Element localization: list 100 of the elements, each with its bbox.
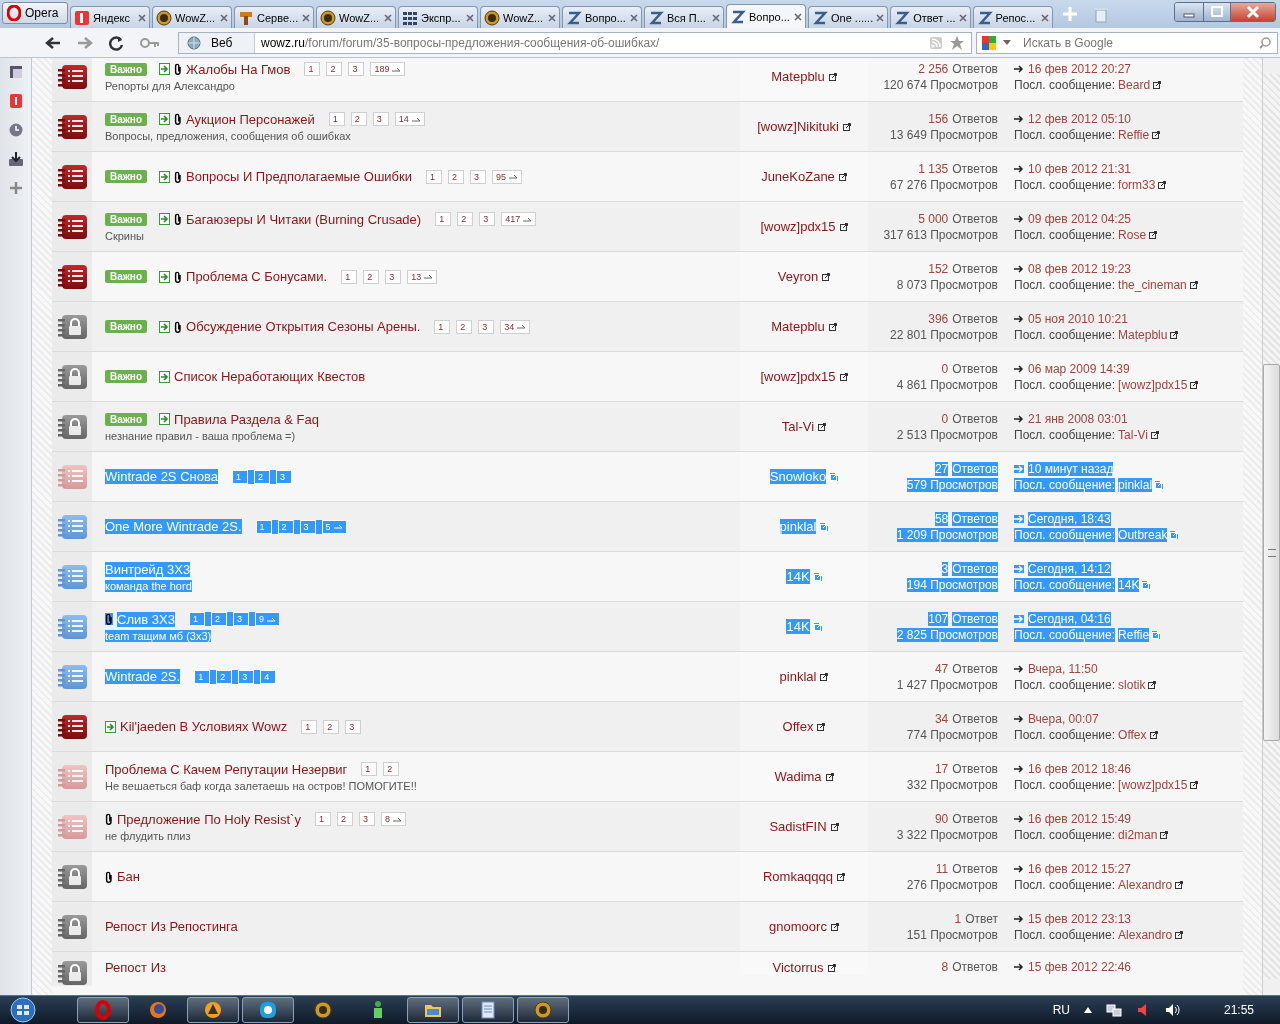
arrow-icon[interactable] <box>1014 164 1024 173</box>
last-post-link[interactable]: 16 фев 2012 15:27 <box>1028 861 1131 876</box>
author-link[interactable]: Matepblu <box>771 69 825 84</box>
page-link[interactable]: 3 <box>345 719 362 734</box>
close-icon[interactable] <box>794 12 802 21</box>
browser-tab[interactable]: Вопро... <box>726 4 806 28</box>
last-poster-link[interactable]: Rose <box>1118 227 1147 242</box>
topic-link[interactable]: Жалобы На Гмов <box>186 61 291 77</box>
arrow-box-icon[interactable] <box>159 320 171 333</box>
taskbar-button[interactable] <box>407 997 459 1023</box>
last-poster-link[interactable]: Reffie <box>1118 127 1150 142</box>
page-link[interactable]: 2 <box>323 719 340 734</box>
page-link[interactable]: 1 <box>304 62 321 76</box>
topic-link[interactable]: Kil'jaeden В Условиях Wowz <box>120 719 288 734</box>
last-post-link[interactable]: Вчера, 11:50 <box>1028 661 1098 676</box>
arrow-box-icon[interactable] <box>159 370 171 383</box>
arrow-box-icon[interactable] <box>159 213 171 225</box>
browser-tab[interactable]: WowZ... <box>152 6 232 28</box>
page-link[interactable]: 2 <box>383 762 400 776</box>
external-link-icon[interactable] <box>839 372 848 381</box>
arrow-icon[interactable] <box>1014 364 1024 373</box>
last-post-link[interactable]: 06 мар 2009 14:39 <box>1028 361 1130 376</box>
external-link-icon[interactable] <box>1189 280 1198 289</box>
last-poster-link[interactable]: Offex <box>1118 727 1147 742</box>
volume-icon[interactable] <box>1163 1002 1180 1018</box>
arrow-box-icon[interactable] <box>159 63 171 75</box>
last-post-link[interactable]: 21 янв 2008 03:01 <box>1028 411 1128 426</box>
external-link-icon[interactable] <box>817 722 826 731</box>
last-poster-link[interactable]: [wowz]pdx15 <box>1118 377 1188 392</box>
last-post-link[interactable]: 10 фев 2012 21:31 <box>1028 161 1131 176</box>
last-poster-link[interactable]: the_cineman <box>1118 277 1187 292</box>
browser-tab[interactable]: WowZ... <box>480 6 560 28</box>
author-link[interactable]: [wowz]pdx15 <box>760 219 836 234</box>
topic-link[interactable]: Правила Раздела & Faq <box>174 411 319 427</box>
last-poster-link[interactable]: form33 <box>1118 177 1156 192</box>
page-link[interactable]: 3 <box>470 169 486 184</box>
page-link[interactable]: 3 <box>358 812 375 826</box>
topic-link[interactable]: Проблема С Бонусами. <box>186 269 328 284</box>
arrow-icon[interactable] <box>1014 64 1024 73</box>
external-link-icon[interactable] <box>1148 680 1157 689</box>
page-link[interactable]: 2 <box>448 169 464 184</box>
external-link-icon[interactable] <box>830 822 839 831</box>
page-link[interactable]: 95 <box>492 169 522 184</box>
page-link[interactable]: 1 <box>328 112 345 126</box>
last-post-link[interactable]: 16 фев 2012 15:49 <box>1028 811 1131 826</box>
download-icon[interactable] <box>7 151 24 167</box>
arrow-icon[interactable] <box>1014 864 1024 873</box>
last-poster-link[interactable]: Beard <box>1118 77 1151 92</box>
last-post-link[interactable]: 15 фев 2012 22:46 <box>1028 960 1131 974</box>
topic-link[interactable]: Обсуждение Открытия Сезоны Арены. <box>186 319 421 334</box>
topic-link[interactable]: Предложение По Holy Resist`y <box>117 811 301 827</box>
last-poster-link[interactable]: Alexandro <box>1118 927 1173 942</box>
external-link-icon[interactable] <box>1149 230 1158 239</box>
external-link-icon[interactable] <box>1190 780 1199 789</box>
page-link[interactable]: 1 <box>301 719 318 734</box>
arrow-box-icon[interactable] <box>159 413 171 425</box>
close-icon[interactable] <box>958 13 967 22</box>
forward-icon[interactable] <box>76 34 94 51</box>
author-link[interactable]: Matepblu <box>771 319 825 334</box>
external-link-icon[interactable] <box>818 422 827 431</box>
close-icon[interactable] <box>220 13 228 22</box>
browser-tab[interactable]: Ответ ... <box>890 6 971 28</box>
back-icon[interactable] <box>44 34 62 51</box>
external-link-icon[interactable] <box>1158 180 1167 189</box>
author-link[interactable]: SadistFIN <box>769 819 827 834</box>
browser-tab[interactable]: Вопро... <box>562 6 642 28</box>
author-link[interactable]: Wadima <box>774 769 822 784</box>
close-icon[interactable] <box>302 13 310 22</box>
external-link-icon[interactable] <box>839 222 848 231</box>
clock[interactable]: 21:55 <box>1223 1003 1254 1017</box>
taskbar-button[interactable] <box>242 997 294 1023</box>
external-link-icon[interactable] <box>820 672 829 681</box>
last-post-link[interactable]: 05 ноя 2010 10:21 <box>1028 311 1128 326</box>
page-link[interactable]: 417 <box>501 212 537 226</box>
key-icon[interactable] <box>140 36 160 49</box>
browser-tab[interactable]: Яндекс <box>70 6 150 28</box>
last-post-link[interactable]: 16 фев 2012 18:46 <box>1028 761 1131 776</box>
page-link[interactable]: 3 <box>372 112 389 126</box>
topic-link[interactable]: Репост Из <box>105 960 166 975</box>
arrow-icon[interactable] <box>1014 764 1024 773</box>
arrow-icon[interactable] <box>1014 963 1024 971</box>
external-link-icon[interactable] <box>842 122 851 131</box>
author-link[interactable]: gnomoorc <box>769 919 827 934</box>
author-link[interactable]: Romkaqqqq <box>762 869 834 884</box>
topic-link[interactable]: Проблема С Качем Репутации Незервиг <box>105 761 348 777</box>
close-icon[interactable] <box>1040 13 1049 22</box>
scrollbar[interactable] <box>1262 58 1280 995</box>
minimize-icon[interactable] <box>1175 3 1204 21</box>
language-indicator[interactable]: RU <box>1052 1003 1070 1017</box>
taskbar-button[interactable] <box>462 997 514 1023</box>
external-link-icon[interactable] <box>1149 730 1158 739</box>
arrow-box-icon[interactable] <box>159 270 171 283</box>
external-link-icon[interactable] <box>827 963 836 972</box>
external-link-icon[interactable] <box>1190 380 1199 389</box>
star-icon[interactable] <box>949 34 965 51</box>
last-poster-link[interactable]: di2man <box>1118 827 1158 842</box>
reload-icon[interactable] <box>108 34 126 51</box>
address-field[interactable]: Веб wowz.ru/forum/forum/35-вопросы-предложения-сообщения-об-ошибках/ <box>178 31 972 54</box>
arrow-icon[interactable] <box>1014 714 1024 723</box>
author-link[interactable]: pinklal <box>779 669 817 684</box>
